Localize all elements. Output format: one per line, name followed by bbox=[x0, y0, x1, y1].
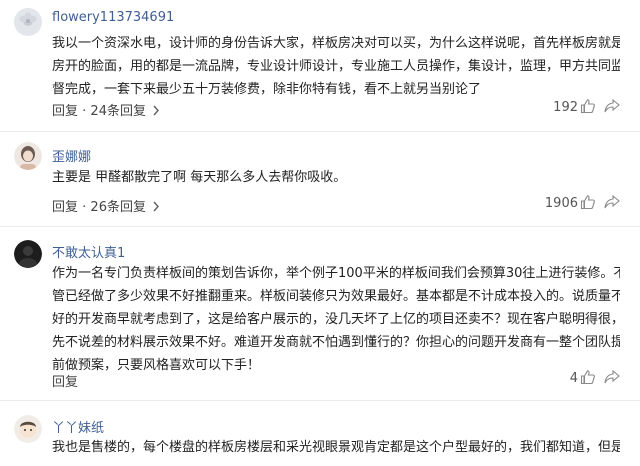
share-icon[interactable] bbox=[604, 98, 620, 118]
comment-text-line: 作为一名专门负责样板间的策划告诉你，举个例子100平米的样板间我们会预算30往上… bbox=[52, 266, 620, 281]
comment-text-line: 管已经做了多少效果不好推翻重来。样板间装修只为效果最好。基本都是不计成本投入的。… bbox=[52, 289, 620, 304]
like-count: 1906 bbox=[544, 196, 578, 211]
comment-text: 我也是售楼的，每个楼盘的样板房楼层和采光视眼景观肯定都是这个户型最好的，我们都知… bbox=[52, 436, 620, 459]
comment-text-line: 主要是 甲醛都散完了啊 每天那么多人去帮你吸收。 bbox=[52, 170, 347, 185]
like-count: 4 bbox=[569, 371, 578, 386]
thumbs-up-icon[interactable] bbox=[580, 369, 596, 389]
comment-username[interactable]: 不敢太认真1 bbox=[52, 242, 125, 261]
reply-link[interactable]: 回复 · 24条回复 bbox=[52, 100, 160, 120]
girl-avatar-icon[interactable] bbox=[14, 142, 42, 170]
comment-username[interactable]: 丫丫妹纸 bbox=[52, 417, 104, 436]
comment-item: flowery113734691 我以一个资深水电，设计师的身份告诉大家，样板房… bbox=[0, 0, 640, 128]
comment-text: 我以一个资深水电，设计师的身份告诉大家，样板房决对可以买，为什么这样说呢，首先样… bbox=[52, 32, 620, 101]
comment-text-line: 先不说差的材料展示效果不好。难道开发商就不怕遇到懂行的？你担心的问题开发商有一整… bbox=[52, 335, 620, 350]
comment-text: 主要是 甲醛都散完了啊 每天那么多人去帮你吸收。 bbox=[52, 166, 620, 189]
chevron-right-icon bbox=[152, 201, 160, 216]
share-icon[interactable] bbox=[604, 369, 620, 389]
comment-item: 不敢太认真1 作为一名专门负责样板间的策划告诉你，举个例子100平米的样板间我们… bbox=[0, 227, 640, 399]
reply-link[interactable]: 回复 · 26条回复 bbox=[52, 196, 160, 216]
share-icon[interactable] bbox=[604, 194, 620, 214]
comment-text-line: 督完成，一套下来最少五十万装修费，除非你特有钱，看不上就另当别论了 bbox=[52, 82, 482, 97]
comment-item: 丫丫妹纸 我也是售楼的，每个楼盘的样板房楼层和采光视眼景观肯定都是这个户型最好的… bbox=[0, 401, 640, 466]
comment-text: 作为一名专门负责样板间的策划告诉你，举个例子100平米的样板间我们会预算30往上… bbox=[52, 262, 620, 377]
comment-username[interactable]: 歪娜娜 bbox=[52, 146, 91, 165]
comment-username[interactable]: flowery113734691 bbox=[52, 10, 174, 25]
reply-label[interactable]: 回复 bbox=[52, 375, 78, 390]
comment-text-line: 房开的脸面，用的都是一流品牌，专业设计师设计，专业施工人员操作，集设计，监理，甲… bbox=[52, 59, 620, 74]
cartoon-avatar-icon[interactable] bbox=[14, 415, 42, 443]
flower-avatar-icon[interactable] bbox=[14, 8, 42, 36]
dark-avatar-icon[interactable] bbox=[14, 240, 42, 268]
thumbs-up-icon[interactable] bbox=[580, 98, 596, 118]
comment-item: 歪娜娜 主要是 甲醛都散完了啊 每天那么多人去帮你吸收。 回复 · 26条回复 … bbox=[0, 132, 640, 224]
reply-count[interactable]: 24条回复 bbox=[90, 104, 146, 119]
reply-label[interactable]: 回复 bbox=[52, 104, 78, 119]
like-count: 192 bbox=[553, 100, 578, 115]
comment-text-line: 前做预案，只要风格喜欢可以下手！ bbox=[52, 358, 261, 373]
comment-text-line: 我也是售楼的，每个楼盘的样板房楼层和采光视眼景观肯定都是这个户型最好的，我们都知… bbox=[52, 440, 620, 455]
reply-count[interactable]: 26条回复 bbox=[90, 200, 146, 215]
chevron-right-icon bbox=[152, 105, 160, 120]
reply-label[interactable]: 回复 bbox=[52, 200, 78, 215]
comment-text-line: 我以一个资深水电，设计师的身份告诉大家，样板房决对可以买，为什么这样说呢，首先样… bbox=[52, 36, 620, 51]
thumbs-up-icon[interactable] bbox=[580, 194, 596, 214]
comment-text-line: 好的开发商早就考虑到了，这是给客户展示的，没几天坏了上亿的项目还卖不？现在客户聪… bbox=[52, 312, 620, 327]
reply-link[interactable]: 回复 bbox=[52, 371, 78, 390]
